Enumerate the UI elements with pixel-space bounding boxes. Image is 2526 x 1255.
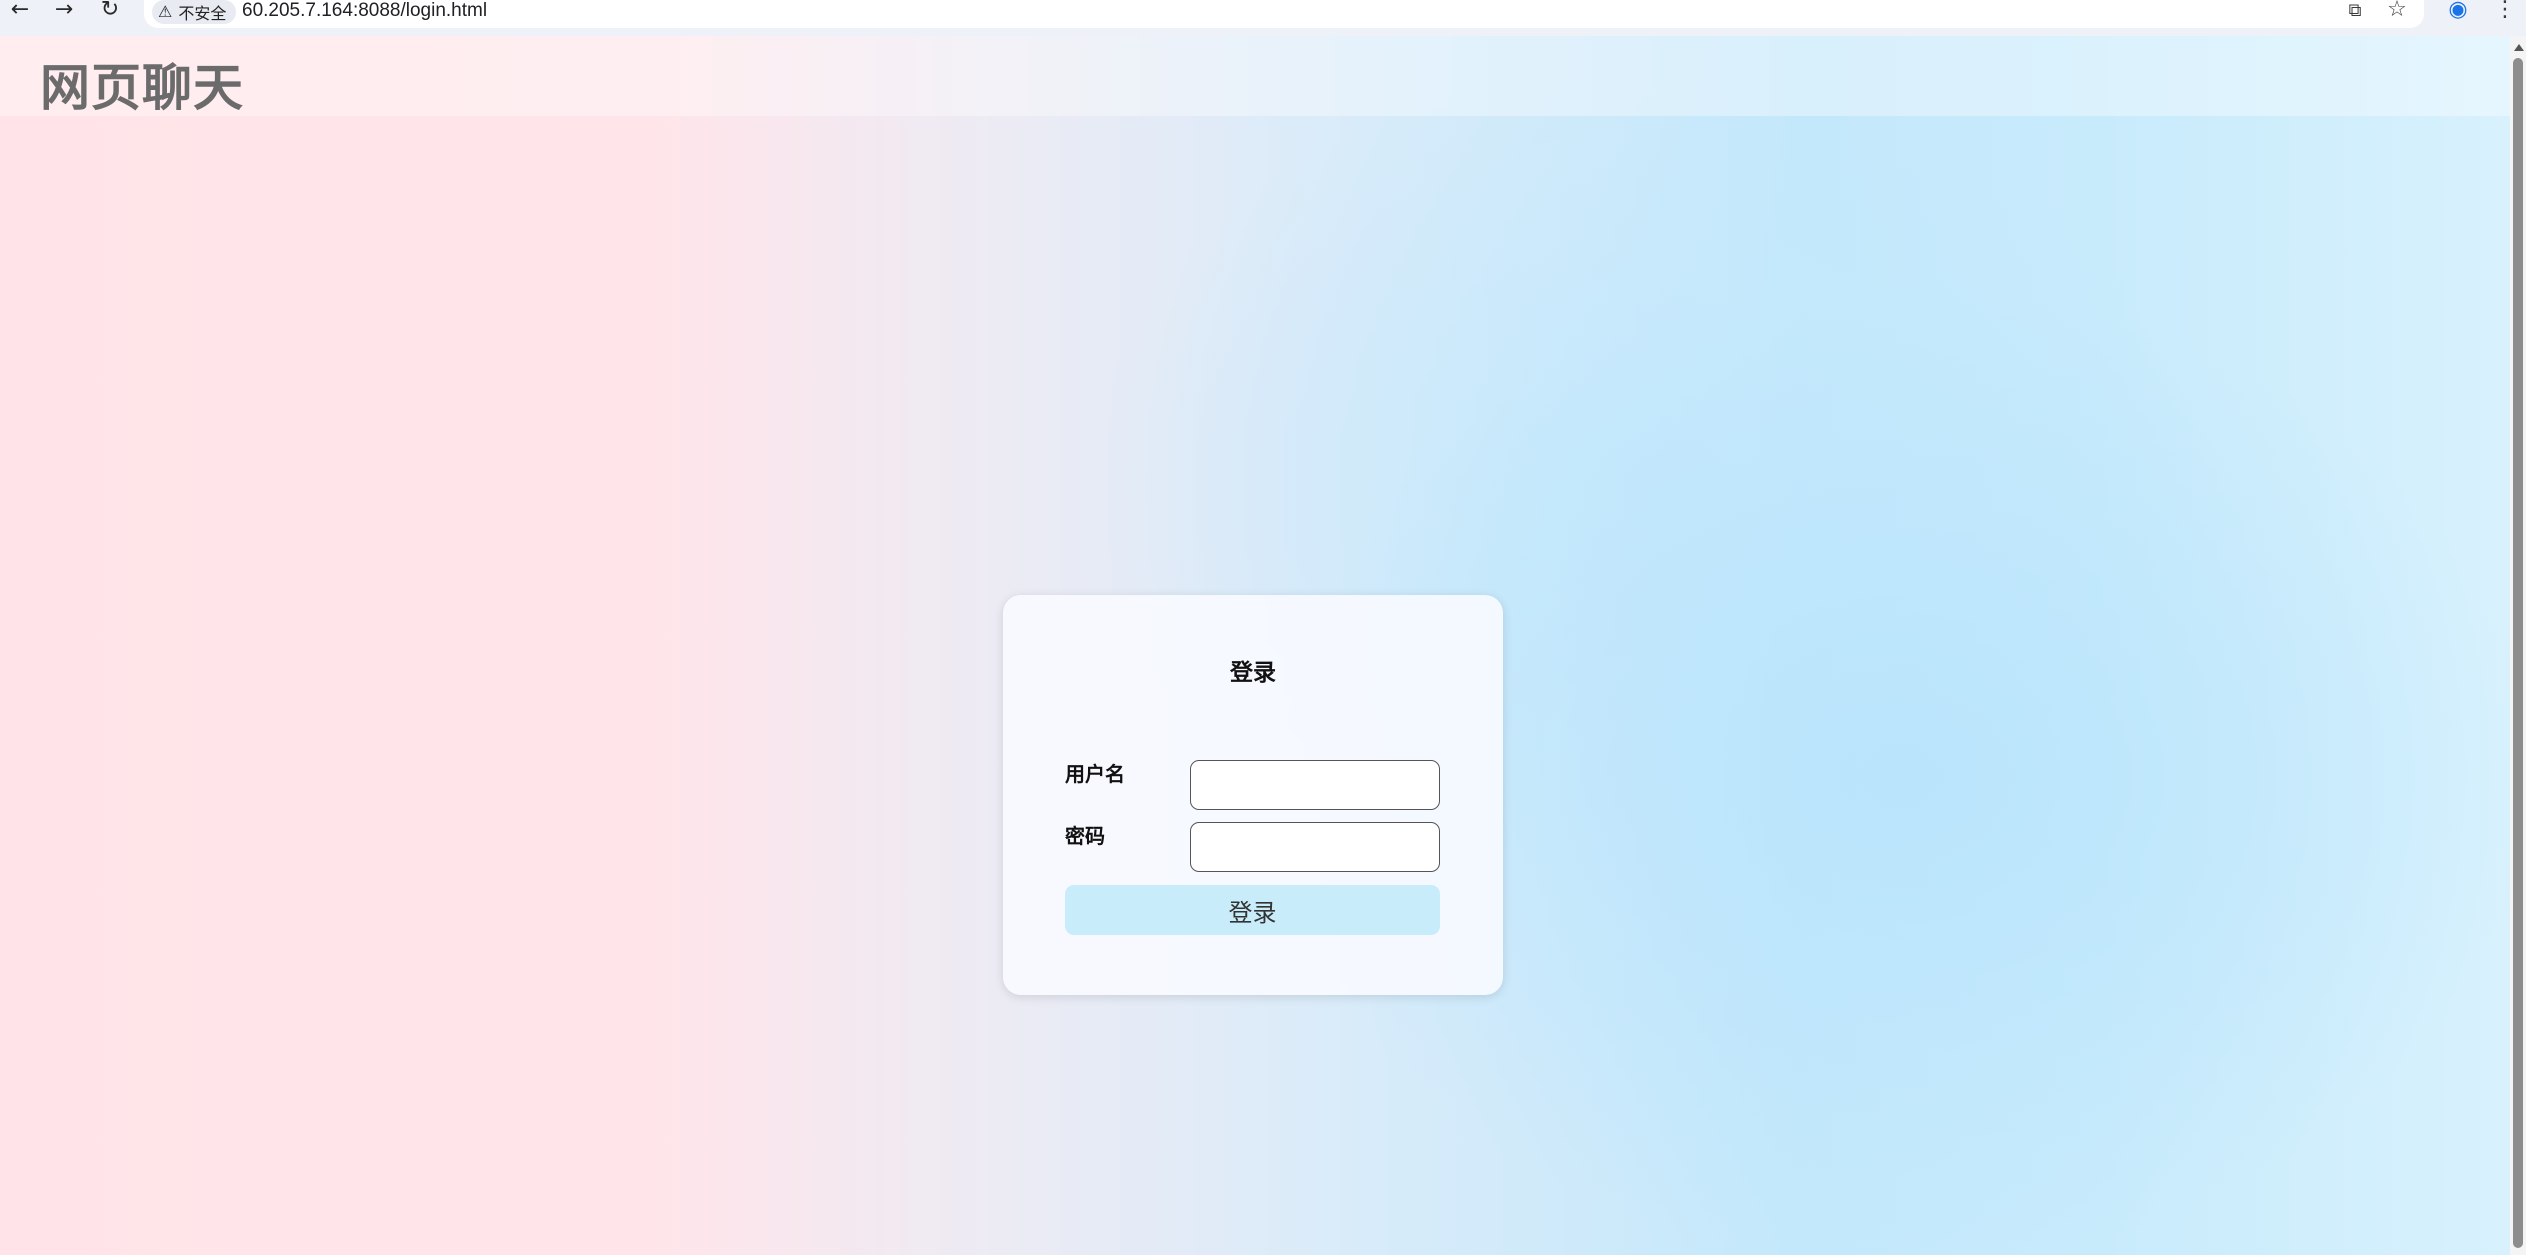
arrow-right-icon: → <box>54 0 74 22</box>
warning-icon: ⚠ <box>158 2 173 21</box>
page-scrollbar[interactable] <box>2510 36 2526 1255</box>
password-input[interactable] <box>1190 822 1440 872</box>
address-bar[interactable]: ⚠ 不安全 60.205.7.164:8088/login.html <box>144 0 2424 28</box>
reload-button[interactable]: ↻ <box>92 0 128 24</box>
security-indicator[interactable]: ⚠ 不安全 <box>152 0 237 24</box>
security-label: 不安全 <box>178 4 227 23</box>
star-icon: ☆ <box>2387 0 2407 22</box>
site-title: 网页聊天 <box>40 59 244 117</box>
translate-icon: ⧉ <box>2348 0 2362 21</box>
arrow-left-icon: ← <box>10 0 30 22</box>
browser-menu-button[interactable]: ⋮ <box>2490 0 2520 24</box>
browser-toolbar: ← → ↻ ⚠ 不安全 60.205.7.164:8088/login.html… <box>0 0 2526 36</box>
more-vertical-icon: ⋮ <box>2494 0 2516 22</box>
password-label: 密码 <box>1065 824 1105 848</box>
scrollbar-thumb[interactable] <box>2513 58 2523 1248</box>
back-button[interactable]: ← <box>2 0 38 24</box>
login-button[interactable]: 登录 <box>1065 885 1440 935</box>
page-body: 网页聊天 登录 用户名 密码 登录 <box>0 36 2510 1255</box>
translate-button[interactable]: ⧉ <box>2338 0 2372 24</box>
forward-button[interactable]: → <box>46 0 82 24</box>
username-label: 用户名 <box>1065 762 1125 786</box>
login-card: 登录 用户名 密码 登录 <box>1003 595 1503 995</box>
page-header: 网页聊天 <box>0 36 2510 117</box>
username-input[interactable] <box>1190 760 1440 810</box>
url-text[interactable]: 60.205.7.164:8088/login.html <box>242 0 487 24</box>
account-icon: ◉ <box>2448 0 2468 22</box>
reload-icon: ↻ <box>100 0 120 22</box>
login-title: 登录 <box>1230 660 1276 686</box>
profile-button[interactable]: ◉ <box>2440 0 2476 24</box>
bookmark-button[interactable]: ☆ <box>2380 0 2414 24</box>
scroll-up-arrow-icon[interactable] <box>2514 44 2524 51</box>
